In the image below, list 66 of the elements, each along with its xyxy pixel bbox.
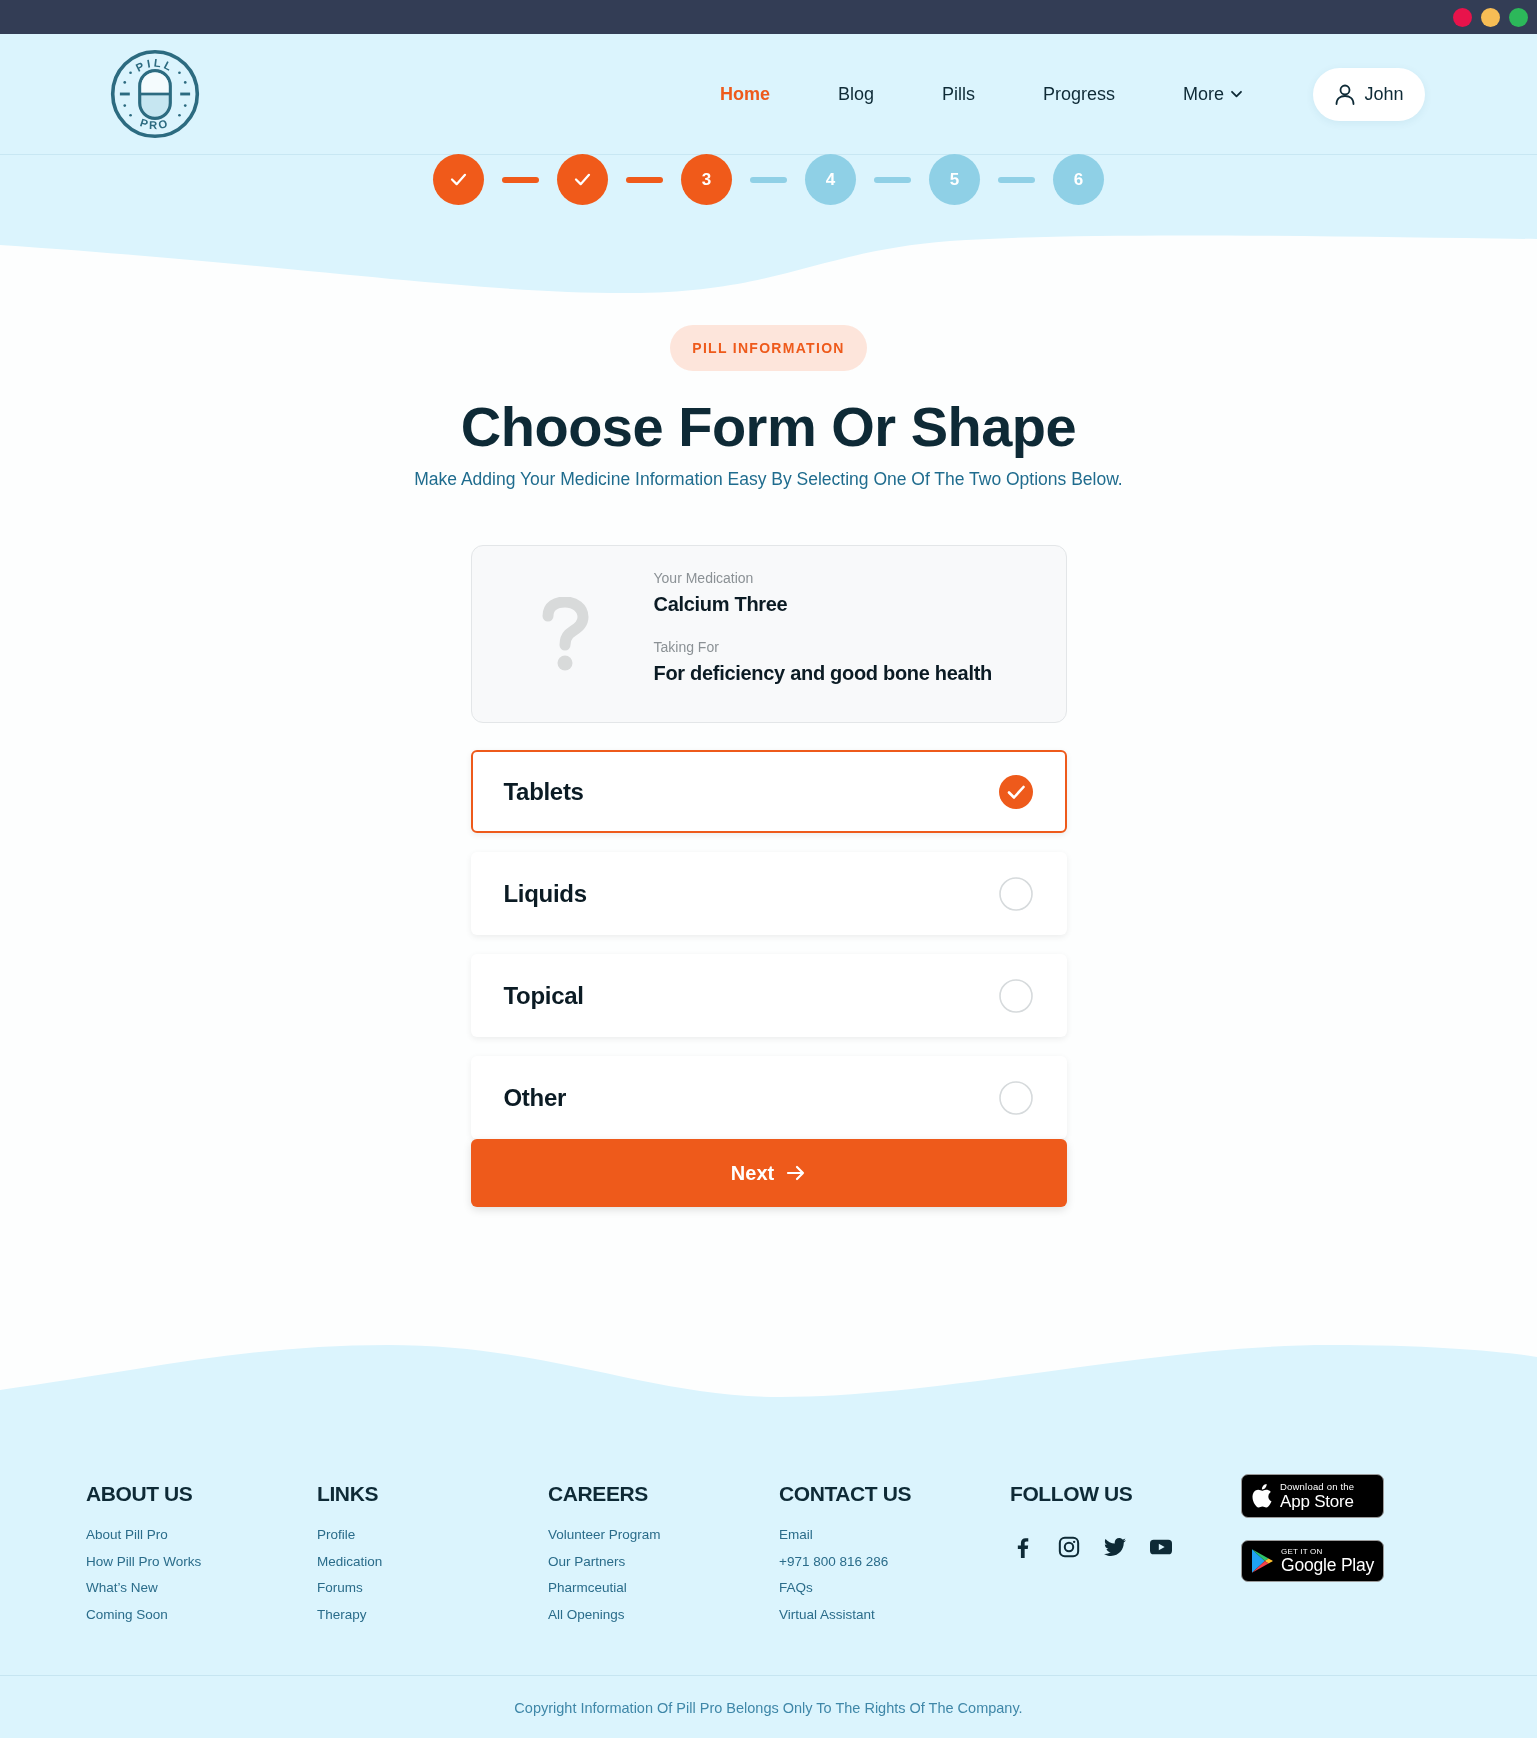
footer-link[interactable]: +971 800 816 286 [779, 1548, 889, 1575]
footer-link[interactable]: About Pill Pro [86, 1522, 168, 1549]
form-option[interactable]: Topical [470, 954, 1067, 1037]
footer-link[interactable]: Our Partners [548, 1548, 626, 1575]
form-option[interactable]: Tablets [470, 750, 1067, 833]
maximize-button[interactable] [1509, 7, 1528, 27]
check-icon [450, 173, 467, 186]
play-triangle-icon [1252, 1549, 1273, 1573]
footer-heading: CONTACT US [779, 1481, 912, 1507]
store-button[interactable]: Download on the App Store [1241, 1474, 1384, 1518]
step-connector [502, 177, 539, 183]
footer-link[interactable]: All Openings [548, 1601, 625, 1628]
section-tag: PILL INFORMATION [670, 325, 867, 371]
question-mark-icon [540, 596, 590, 672]
form-option[interactable]: Other [470, 1056, 1067, 1139]
footer-link[interactable]: Profile [317, 1522, 356, 1549]
user-button[interactable]: John [1313, 67, 1425, 121]
page-subtitle: Make Adding Your Medicine Information Easy By Selecting One Of The Two Options Below. [414, 468, 1123, 491]
nav-link[interactable]: Pills [941, 83, 975, 105]
nav-link[interactable]: Progress [1042, 83, 1115, 105]
chevron-down-icon [1230, 89, 1243, 99]
step-connector [998, 177, 1035, 183]
person-icon [1334, 83, 1357, 105]
form-option[interactable]: Liquids [470, 852, 1067, 935]
footer-link[interactable]: Email [779, 1522, 813, 1549]
nav-link[interactable]: More [1183, 83, 1243, 105]
check-icon [574, 173, 591, 186]
footer-link[interactable]: FAQs [779, 1575, 813, 1602]
step-connector [874, 177, 911, 183]
footer-link[interactable]: What’s New [86, 1575, 158, 1602]
copyright-text: Copyright Information Of Pill Pro Belongs Only To The Rights Of The Company. [514, 1699, 1023, 1716]
footer-heading: CAREERS [548, 1481, 648, 1507]
footer-link[interactable]: Coming Soon [86, 1601, 168, 1628]
footer-link[interactable]: Therapy [317, 1601, 367, 1628]
camera-outline-icon[interactable] [1058, 1536, 1080, 1558]
footer-link[interactable]: Pharmceutial [548, 1575, 627, 1602]
step-circle: 3 [681, 154, 732, 205]
page-title: Choose Form Or Shape [460, 395, 1077, 459]
next-button[interactable]: Next [470, 1139, 1067, 1207]
footer-link[interactable]: Volunteer Program [548, 1522, 661, 1549]
logo-text: PILL [133, 56, 177, 74]
apple-icon [1252, 1484, 1272, 1508]
minimize-button[interactable] [1481, 7, 1500, 27]
footer-link[interactable]: Forums [317, 1575, 363, 1602]
footer-link[interactable]: How Pill Pro Works [86, 1548, 202, 1575]
field-value: Calcium Three [653, 592, 789, 617]
footer-heading: ABOUT US [86, 1481, 193, 1507]
footer-link[interactable]: Virtual Assistant [779, 1601, 875, 1628]
right-arrow-icon [786, 1163, 807, 1183]
field-value: For deficiency and good bone health [653, 661, 992, 686]
step-circle: 6 [1053, 154, 1104, 205]
capsule-emblem-icon [110, 49, 200, 139]
step-connector [750, 177, 787, 183]
bird-icon[interactable] [1104, 1536, 1126, 1558]
field-label: Your Medication [653, 569, 755, 587]
footer-heading: FOLLOW US [1010, 1481, 1133, 1507]
step-circle: 5 [929, 154, 980, 205]
footer-heading: LINKS [317, 1481, 378, 1507]
nav-link[interactable]: Blog [837, 83, 874, 105]
step-connector [626, 177, 663, 183]
footer-link[interactable]: Medication [317, 1548, 383, 1575]
store-button[interactable]: GET IT ON Google Play [1241, 1540, 1384, 1582]
field-label: Taking For [653, 638, 720, 656]
nav-link[interactable]: Home [719, 83, 770, 105]
step-circle: 4 [805, 154, 856, 205]
logo-text: PRO [138, 116, 172, 132]
